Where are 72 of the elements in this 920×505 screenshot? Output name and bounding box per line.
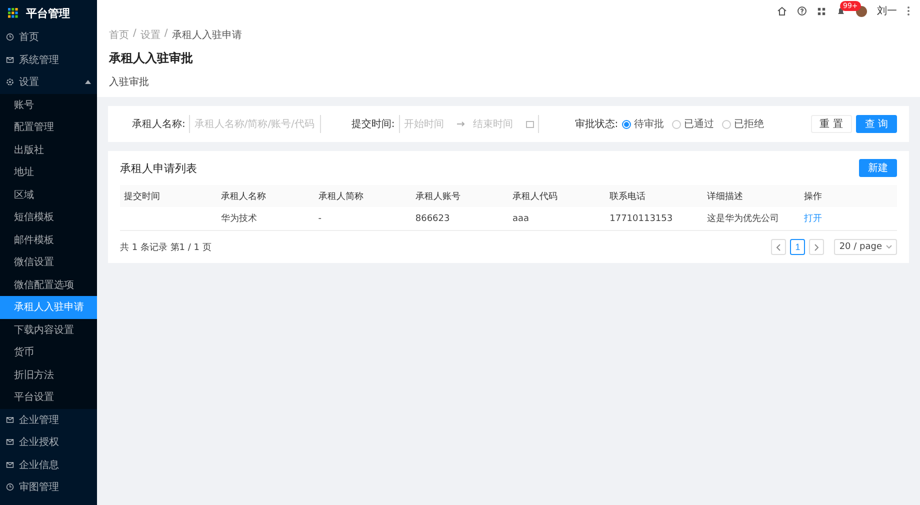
page-title: 承租人入驻审批 [109,50,194,67]
avatar[interactable] [856,6,867,16]
calendar-icon [526,120,534,128]
sidebar-subitem[interactable]: 微信设置 [0,251,97,274]
more-icon[interactable] [907,6,910,16]
next-page-button[interactable] [809,239,824,255]
settings-icon [6,78,14,86]
breadcrumb-separator: / [133,28,136,41]
sidebar-subitem[interactable]: 下载内容设置 [0,318,97,341]
field-label: 提交时间: [351,118,395,131]
sidebar-item[interactable]: 设置 [0,71,97,94]
sidebar-subitem[interactable]: 出版社 [0,138,97,161]
sidebar-item[interactable]: 企业信息 [0,454,97,476]
status-radio[interactable]: 已通过 [672,117,714,131]
sidebar-item[interactable]: 企业管理 [0,408,97,431]
arrow-icon [456,121,465,127]
sidebar-subitem[interactable]: 微信配置选项 [0,274,97,296]
page-size-select[interactable]: 20 / page [834,239,897,255]
column-header: 操作 [800,185,897,207]
sidebar-item[interactable]: 首页 [0,26,97,48]
column-header: 承租人账号 [411,185,508,207]
sidebar-item[interactable]: 系统管理 [0,48,97,71]
status-radio[interactable]: 待审批 [622,117,664,131]
mail-icon [6,460,14,469]
chevron-down-icon [886,245,892,249]
chevron-left-icon [776,244,782,250]
table-cell: 866623 [415,214,450,224]
status-radio[interactable]: 已拒绝 [722,117,764,131]
sidebar-item[interactable]: 企业授权 [0,431,97,454]
field-label: 承租人名称: [132,118,186,131]
previous-page-button[interactable] [771,239,786,255]
app-title: 平台管理 [26,6,70,20]
sidebar-subitem[interactable]: 账号 [0,94,97,116]
breadcrumb-link[interactable]: 承租人入驻申请 [172,28,242,42]
sidebar-subitem[interactable]: 货币 [0,341,97,364]
table-cell: aaa [512,214,530,224]
column-header: 承租人简称 [314,185,412,207]
mail-icon [6,438,14,446]
sidebar-subitem[interactable]: 平台设置 [0,386,97,408]
column-header: 联系电话 [606,185,703,207]
column-header: 承租人名称 [217,185,314,207]
table-cell: - [318,214,322,224]
clock-icon [6,33,14,42]
column-header: 提交时间 [120,185,218,207]
sidebar-subitem[interactable]: 短信模板 [0,206,97,228]
clock-icon [6,483,14,492]
breadcrumb-separator: / [164,28,168,41]
reset-button[interactable]: 重 置 [810,115,852,133]
field-label: 审批状态: [574,118,618,131]
mail-icon [6,56,14,64]
table-cell-text: 这是华为优先公司 [706,212,779,225]
sidebar-subitem[interactable]: 地址 [0,161,97,184]
sidebar-subitem[interactable]: 区域 [0,184,97,206]
user-name[interactable]: 刘一 [877,4,897,18]
page-subtitle: 入驻审批 [109,76,150,89]
help-icon[interactable] [797,6,807,16]
column-header: 详细描述 [702,185,800,207]
grid-icon[interactable] [817,6,826,16]
sidebar-subitem[interactable]: 折旧方法 [0,364,97,386]
sidebar-item[interactable]: 审图管理 [0,476,97,498]
record-summary: 共 1 条记录 第1 / 1 页 [120,242,212,254]
mail-icon [6,416,14,424]
caret-icon [85,80,91,84]
chevron-right-icon [814,244,820,250]
home-icon[interactable] [777,6,787,16]
column-header: 承租人代码 [508,185,606,207]
card-title: 承租人申请列表 [120,160,197,176]
table-cell: 17710113153 [610,214,673,224]
table-cell-text: 华为技术 [221,212,258,225]
sidebar-subitem[interactable]: 邮件模板 [0,228,97,251]
grid-logo-icon [8,8,18,18]
sidebar-subitem[interactable]: 配置管理 [0,116,97,138]
